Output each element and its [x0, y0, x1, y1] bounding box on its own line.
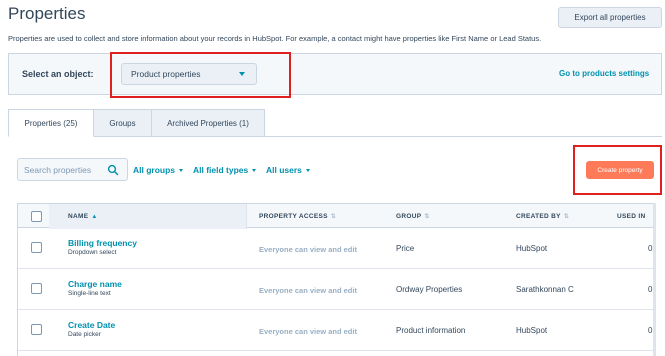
search-properties-input[interactable]: Search properties	[17, 158, 128, 181]
all-users-filter[interactable]: All users	[266, 165, 310, 175]
property-used-in: 0	[648, 326, 653, 335]
create-property-button[interactable]: Create property	[586, 161, 654, 179]
all-groups-label: All groups	[133, 165, 176, 175]
row-checkbox[interactable]	[31, 242, 42, 253]
column-header-used-in-label: USED IN	[617, 213, 646, 220]
column-header-created-by[interactable]: CREATED BY ⇅	[516, 213, 569, 220]
all-field-types-label: All field types	[193, 165, 249, 175]
property-name-link[interactable]: Charge name	[68, 279, 122, 289]
horizontal-scroll-edge	[653, 203, 656, 356]
table-row[interactable]: Charge name Single-line text Everyone ca…	[18, 269, 653, 310]
object-selector-panel: Select an object: Product properties Go …	[8, 53, 662, 95]
highlight-box-object-select	[110, 52, 291, 98]
property-group: Price	[396, 244, 415, 253]
column-header-created-by-label: CREATED BY	[516, 213, 561, 220]
property-created-by: HubSpot	[516, 326, 548, 335]
search-placeholder: Search properties	[24, 164, 92, 175]
caret-down-icon	[252, 169, 257, 173]
search-icon[interactable]	[107, 164, 119, 176]
property-field-type: Date picker	[68, 331, 101, 338]
sort-icon: ⇅	[424, 214, 430, 220]
tab-properties[interactable]: Properties (25)	[8, 109, 94, 137]
row-checkbox[interactable]	[31, 324, 42, 335]
property-group: Ordway Properties	[396, 285, 463, 294]
caret-down-icon	[179, 169, 184, 173]
column-divider	[246, 204, 247, 229]
column-header-property-access[interactable]: PROPERTY ACCESS ⇅	[259, 213, 336, 220]
tab-archived-properties[interactable]: Archived Properties (1)	[152, 109, 265, 137]
properties-table: NAME ▲ PROPERTY ACCESS ⇅ GROUP ⇅ CREATED BY…	[17, 203, 653, 356]
property-group: Product information	[396, 326, 466, 335]
object-selector-label: Select an object:	[22, 69, 94, 79]
property-access: Everyone can view and edit	[259, 327, 357, 336]
column-header-group-label: GROUP	[396, 213, 422, 220]
table-row[interactable]: Billing frequency Dropdown select Everyo…	[18, 228, 653, 269]
page-description: Properties are used to collect and store…	[8, 34, 542, 43]
select-all-checkbox[interactable]	[31, 211, 42, 222]
sort-icon: ⇅	[330, 214, 337, 220]
column-header-group[interactable]: GROUP ⇅	[396, 213, 430, 220]
all-groups-filter[interactable]: All groups	[133, 165, 184, 175]
property-created-by: Sarathkonnan C	[516, 285, 574, 294]
all-users-label: All users	[266, 165, 302, 175]
property-used-in: 0	[648, 285, 653, 294]
go-to-products-settings-link[interactable]: Go to products settings	[559, 69, 649, 78]
tab-groups[interactable]: Groups	[94, 109, 152, 137]
column-header-used-in[interactable]: USED IN	[617, 213, 645, 220]
caret-down-icon	[305, 169, 310, 173]
property-access: Everyone can view and edit	[259, 245, 357, 254]
page-title: Properties	[8, 4, 86, 23]
column-header-property-access-label: PROPERTY ACCESS	[259, 213, 328, 220]
row-checkbox[interactable]	[31, 283, 42, 294]
property-field-type: Single-line text	[68, 290, 111, 297]
all-field-types-filter[interactable]: All field types	[193, 165, 257, 175]
property-created-by: HubSpot	[516, 244, 548, 253]
property-used-in: 0	[648, 244, 653, 253]
tabs-divider	[265, 136, 662, 137]
sort-ascending-icon: ▲	[91, 214, 98, 220]
table-header: NAME ▲ PROPERTY ACCESS ⇅ GROUP ⇅ CREATED BY…	[18, 203, 653, 229]
tab-bar: Properties (25) Groups Archived Properti…	[8, 109, 265, 137]
property-access: Everyone can view and edit	[259, 286, 357, 295]
column-header-name-label: NAME	[68, 213, 89, 220]
sort-icon: ⇅	[563, 214, 570, 220]
export-all-properties-button[interactable]: Export all properties	[558, 7, 662, 28]
table-row[interactable]: Create Date Date picker Everyone can vie…	[18, 310, 653, 351]
property-name-link[interactable]: Billing frequency	[68, 238, 137, 248]
column-header-name[interactable]: NAME ▲	[68, 213, 98, 220]
property-field-type: Dropdown select	[68, 249, 117, 256]
property-name-link[interactable]: Create Date	[68, 320, 115, 330]
